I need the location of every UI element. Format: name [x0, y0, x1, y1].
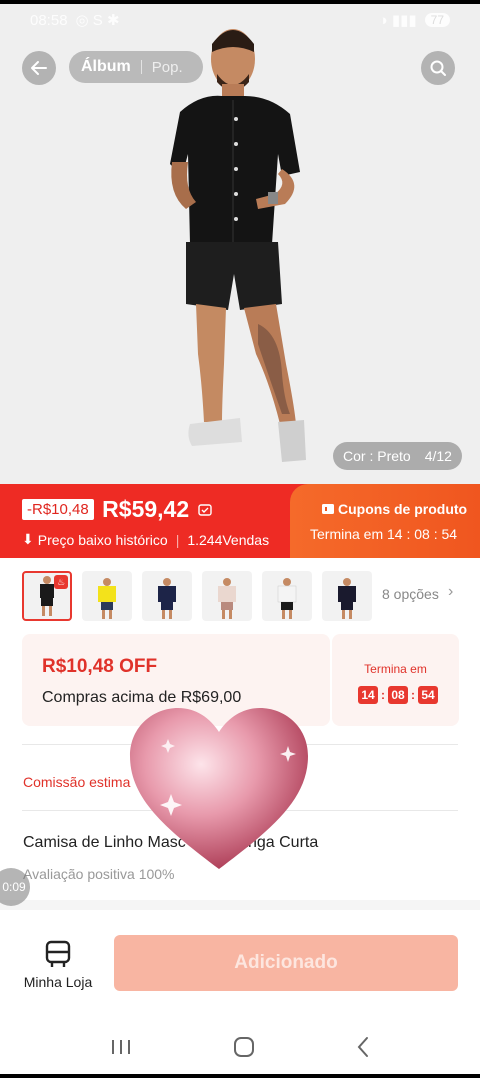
status-time: 08:58 [30, 11, 68, 29]
price-bar: -R$10,48 R$59,42 ⬇ Preço baixo histórico… [0, 484, 480, 558]
price: R$59,42 [102, 496, 190, 522]
timer-minutes: 08 [388, 686, 408, 704]
variant-image [277, 578, 297, 619]
screen: 08:58 ◎ S ✱ ◑ ▮▮▮ 77 Álbum Pop. Cor: Pr… [0, 4, 480, 1074]
gallery-tabs: Álbum Pop. [69, 51, 203, 83]
image-counter: 4/12 [424, 448, 452, 464]
countdown-timer: 14 : 08 : 54 [358, 686, 438, 704]
coupon-countdown: Termina em 14 : 08 : 54 [332, 634, 459, 726]
color-label: Cor : Preto [343, 448, 411, 464]
status-icons: ◎ S ✱ [75, 12, 120, 29]
discount-tag: -R$10,48 [22, 499, 94, 520]
arrow-down-icon: ⬇ [22, 531, 34, 547]
variant-thumb[interactable] [202, 571, 252, 621]
sales-count: 1.244Vendas [187, 531, 270, 548]
variant-thumb[interactable] [82, 571, 132, 621]
chevron-right-icon[interactable]: › [448, 583, 453, 601]
coupon-title: Cupons de produto [338, 501, 468, 517]
timer-seconds: 54 [418, 686, 438, 704]
variant-image [158, 578, 176, 619]
options-count[interactable]: 8 opções [382, 586, 439, 602]
coupon-check-icon [197, 503, 212, 516]
back-nav-icon[interactable] [356, 1036, 370, 1058]
arrow-left-icon [31, 61, 47, 75]
my-store-button[interactable]: Minha Loja [18, 940, 98, 996]
added-button[interactable]: Adicionado [114, 935, 458, 991]
separator: | [175, 531, 180, 548]
search-icon [430, 60, 446, 76]
commission-label[interactable]: Comissão estima [23, 774, 130, 790]
timer-separator: : [381, 688, 385, 702]
variant-thumb[interactable] [322, 571, 372, 621]
variant-selector: ♨ 8 opções › [0, 566, 480, 626]
status-bar: 08:58 ◎ S ✱ ◑ ▮▮▮ 77 [0, 4, 480, 36]
variant-thumb[interactable] [142, 571, 192, 621]
tab-album[interactable]: Álbum [81, 58, 131, 76]
variant-image [218, 578, 236, 619]
timer-hours: 14 [358, 686, 378, 704]
tab-pop[interactable]: Pop. [152, 59, 183, 76]
back-button[interactable] [22, 51, 56, 85]
ticket-icon [322, 504, 334, 514]
variant-image [98, 578, 116, 619]
color-counter-tag: Cor : Preto 4/12 [333, 442, 462, 470]
store-icon [45, 940, 71, 967]
price-section: -R$10,48 R$59,42 ⬇ Preço baixo histórico… [22, 496, 269, 548]
search-button[interactable] [421, 51, 455, 85]
coupon-ends-label: Termina em [364, 662, 427, 676]
section-separator [0, 900, 480, 910]
product-coupon-panel[interactable]: Cupons de produto Termina em 14 : 08 : 5… [290, 484, 480, 558]
coupon-off-amount: R$10,48 OFF [42, 656, 158, 677]
recent-apps-icon[interactable] [110, 1037, 132, 1057]
system-navigation-bar [0, 1020, 480, 1074]
my-store-label: Minha Loja [23, 974, 93, 990]
coupon-timer: Termina em 14 : 08 : 54 [310, 526, 458, 542]
heart-animation [130, 708, 308, 869]
variant-thumb[interactable]: ♨ [22, 571, 72, 621]
history-label: Preço baixo histórico [37, 531, 168, 548]
battery-indicator: 77 [424, 13, 450, 27]
signal-icon: ◑ ▮▮▮ [378, 12, 417, 29]
product-image[interactable]: 08:58 ◎ S ✱ ◑ ▮▮▮ 77 Álbum Pop. Cor: Pr… [0, 4, 480, 484]
timer-separator: : [411, 688, 415, 702]
variant-thumb[interactable] [262, 571, 312, 621]
variant-image [338, 578, 356, 619]
tab-divider [140, 60, 142, 74]
fire-icon: ♨ [54, 575, 68, 589]
home-icon[interactable] [233, 1036, 255, 1058]
